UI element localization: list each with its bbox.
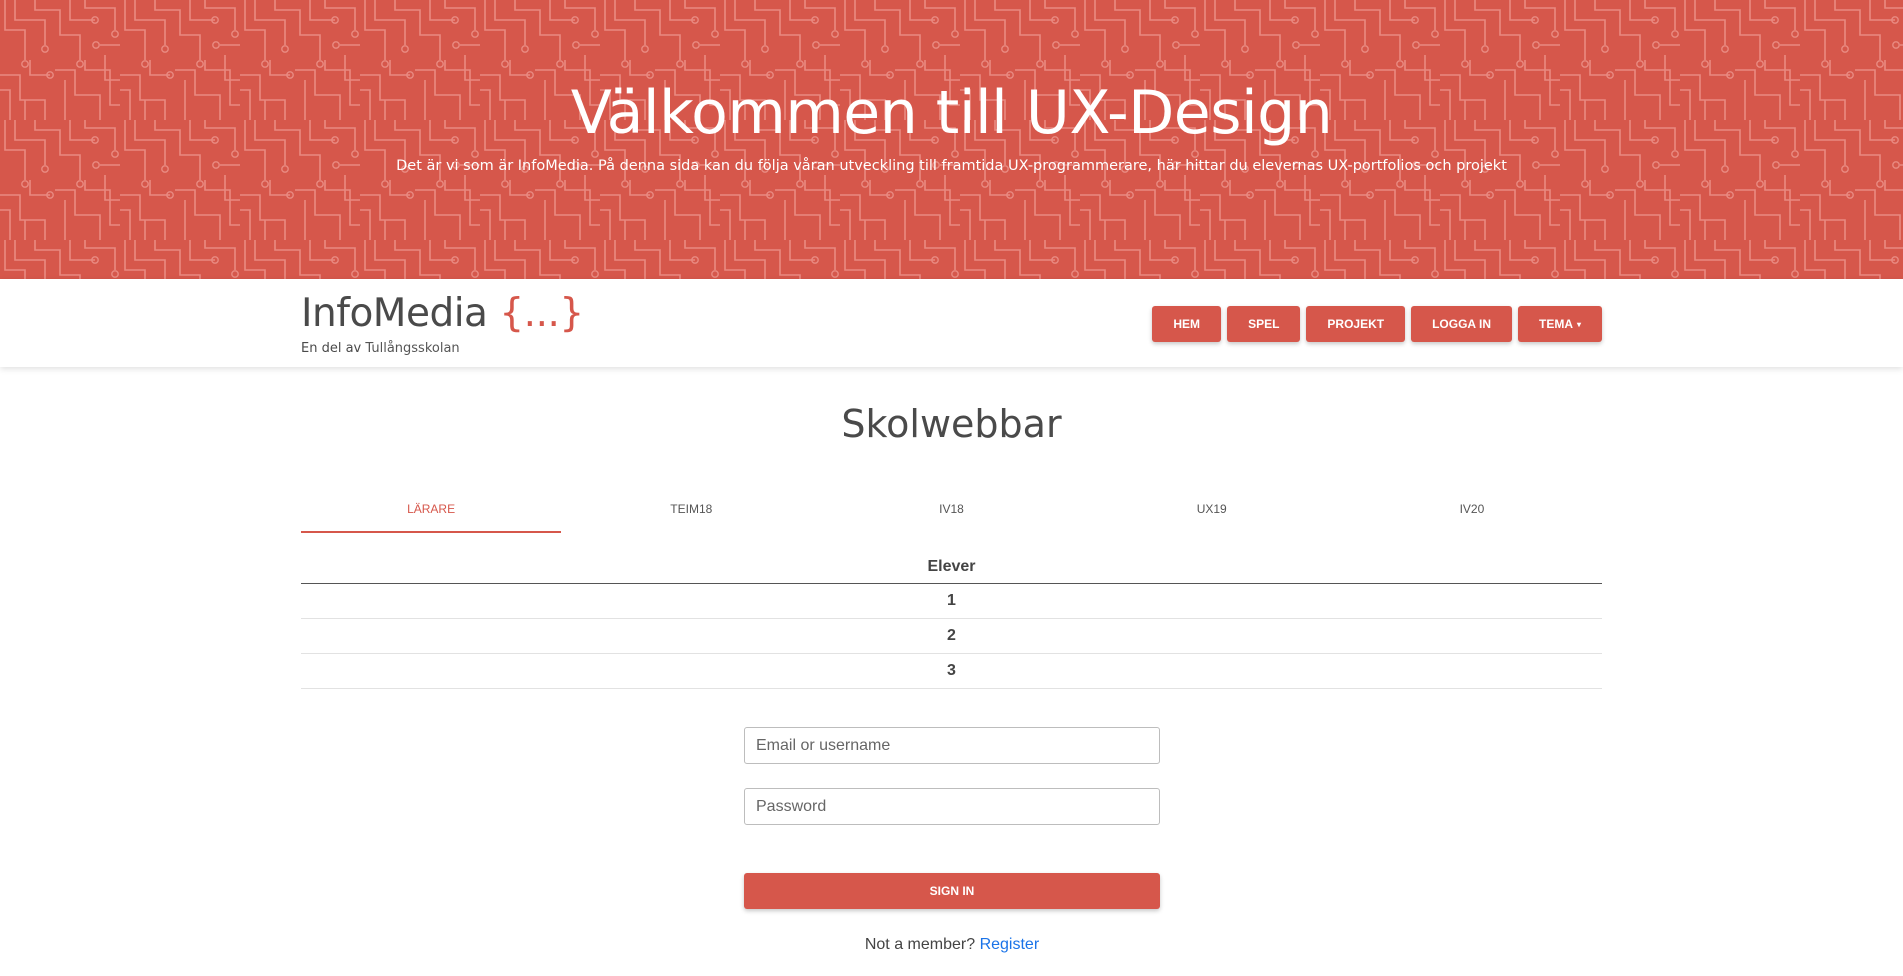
nav-tema-dropdown[interactable]: TEMA ▾ (1517, 306, 1602, 342)
nav-logga-in-button[interactable]: LOGGA IN (1411, 306, 1512, 342)
brand-tagline: En del av Tullångsskolan (301, 341, 460, 356)
brand-logo[interactable]: InfoMedia {...} (301, 291, 584, 336)
tab-iv18[interactable]: IV18 (821, 491, 1081, 533)
hero-banner: Välkommen till UX-Design Det är vi som ä… (0, 0, 1903, 279)
register-line: Not a member? Register (744, 936, 1160, 954)
hero-subtitle: Det är vi som är InfoMedia. På denna sid… (396, 158, 1507, 174)
table-header-row: Elever (301, 551, 1602, 584)
table-header-elever: Elever (301, 551, 1602, 584)
nav-hem-button[interactable]: HEM (1152, 306, 1222, 342)
not-member-text: Not a member? (864, 936, 976, 953)
tab-iv20[interactable]: IV20 (1342, 491, 1602, 533)
brand-tagline-prefix: En del av (301, 341, 362, 356)
nav-projekt-button[interactable]: PROJEKT (1306, 306, 1406, 342)
class-tabs: LÄRARE TEIM18 IV18 UX19 IV20 (301, 491, 1602, 533)
student-table: Elever 1 2 3 (301, 551, 1602, 689)
table-cell: 3 (301, 653, 1602, 689)
register-link[interactable]: Register (980, 936, 1040, 953)
table-row: 1 (301, 583, 1602, 619)
tab-teim18[interactable]: TEIM18 (561, 491, 821, 533)
login-form: SIGN IN Not a member? Register (744, 727, 1160, 954)
email-input[interactable] (744, 727, 1160, 764)
nav-spel-button[interactable]: SPEL (1227, 306, 1301, 342)
caret-down-icon: ▾ (1576, 319, 1581, 329)
table-row: 3 (301, 653, 1602, 689)
navbar: InfoMedia {...} En del av Tullångsskolan… (0, 279, 1903, 367)
page-title: Skolwebbar (841, 402, 1062, 446)
nav-tema-label: TEMA (1538, 317, 1573, 331)
table-cell: 1 (301, 583, 1602, 619)
brand-school: Tullångsskolan (365, 341, 460, 356)
hero-title: Välkommen till UX-Design (570, 78, 1333, 148)
nav-buttons: HEM SPEL PROJEKT LOGGA IN TEMA ▾ (1152, 306, 1602, 342)
brand-name: InfoMedia (301, 291, 488, 336)
tab-ux19[interactable]: UX19 (1082, 491, 1342, 533)
brand-braces: {...} (499, 291, 584, 336)
sign-in-button[interactable]: SIGN IN (744, 873, 1160, 909)
table-cell: 2 (301, 618, 1602, 654)
tab-larare[interactable]: LÄRARE (301, 491, 562, 533)
table-row: 2 (301, 618, 1602, 654)
password-input[interactable] (744, 788, 1160, 825)
